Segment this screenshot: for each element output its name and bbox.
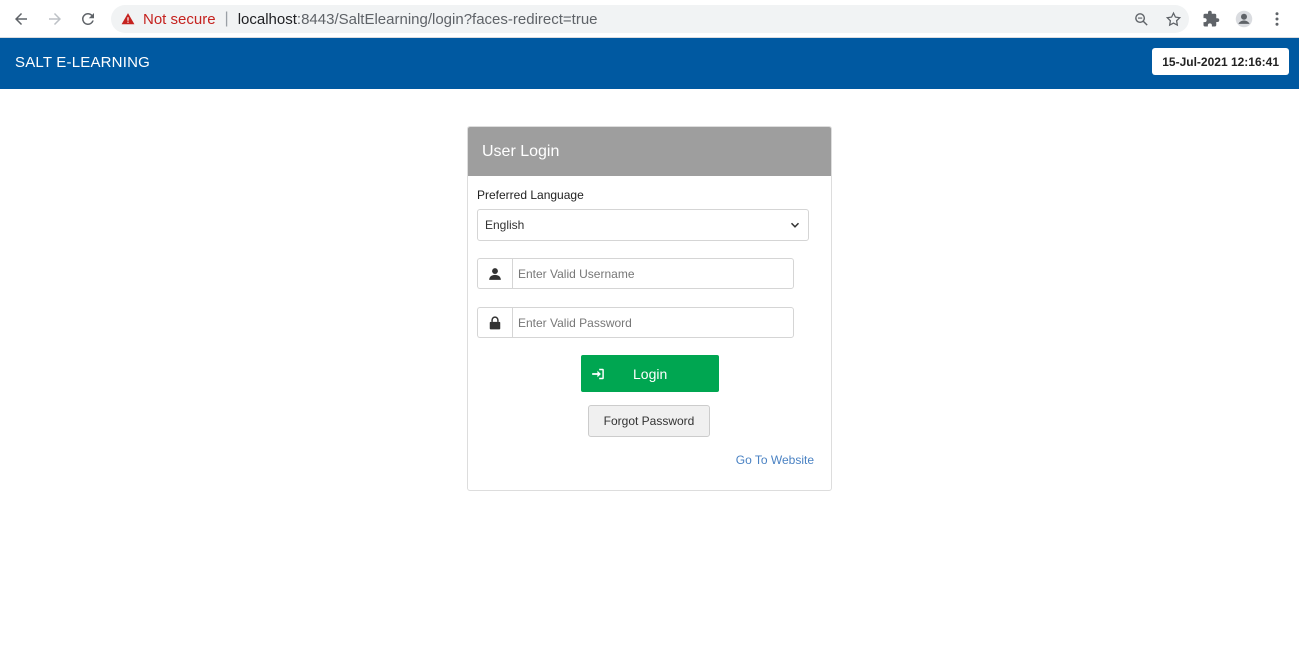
user-icon [477, 258, 512, 289]
login-title: User Login [482, 142, 560, 160]
profile-icon[interactable] [1232, 7, 1256, 31]
go-to-website-link[interactable]: Go To Website [736, 453, 814, 467]
login-panel-header: User Login [468, 127, 831, 176]
more-icon[interactable] [1265, 7, 1289, 31]
url-path: :8443/SaltElearning/login?faces-redirect… [296, 10, 598, 28]
zoom-icon[interactable] [1125, 5, 1157, 33]
app-header: SALT E-LEARNING 15-Jul-2021 12:16:41 [0, 38, 1299, 89]
back-icon[interactable] [9, 7, 33, 31]
language-select[interactable]: English [477, 209, 809, 241]
warning-icon [121, 12, 135, 26]
app-title[interactable]: SALT E-LEARNING [15, 54, 150, 71]
chevron-down-icon [790, 222, 800, 228]
reload-icon[interactable] [76, 7, 100, 31]
login-button[interactable]: Login [581, 355, 719, 392]
security-status[interactable]: Not secure [143, 11, 216, 28]
language-label: Preferred Language [477, 188, 584, 202]
password-group [477, 307, 794, 338]
datetime-display: 15-Jul-2021 12:16:41 [1152, 48, 1289, 75]
password-input[interactable] [512, 307, 794, 338]
url-separator: | [224, 10, 229, 27]
sign-in-icon [591, 367, 605, 381]
address-bar[interactable]: Not secure | localhost:8443/SaltElearnin… [111, 5, 1189, 33]
language-selected-value: English [485, 218, 525, 232]
url-host: localhost [237, 10, 297, 28]
forward-icon[interactable] [43, 7, 67, 31]
browser-toolbar: Not secure | localhost:8443/SaltElearnin… [0, 0, 1299, 38]
login-button-label: Login [633, 365, 668, 382]
username-group [477, 258, 794, 289]
login-panel: User Login Preferred Language English Lo… [467, 126, 832, 491]
url-text[interactable]: localhost:8443/SaltElearning/login?faces… [238, 11, 598, 28]
forgot-password-button[interactable]: Forgot Password [588, 405, 710, 437]
star-icon[interactable] [1157, 5, 1189, 33]
extensions-icon[interactable] [1199, 7, 1223, 31]
lock-icon [477, 307, 512, 338]
username-input[interactable] [512, 258, 794, 289]
